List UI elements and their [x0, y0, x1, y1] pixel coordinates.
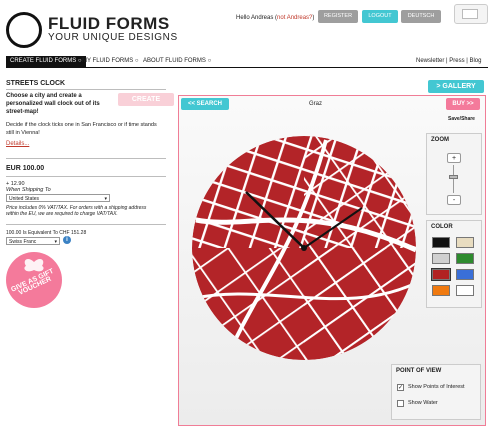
- show-points-of-interest-checkbox[interactable]: ✓: [397, 384, 404, 391]
- color-swatch[interactable]: [456, 269, 474, 280]
- divider: [6, 89, 166, 90]
- price: EUR 100.00: [6, 165, 45, 172]
- footer-links[interactable]: Newsletter | Press | Blog: [416, 58, 481, 64]
- zoom-title: ZOOM: [431, 137, 449, 143]
- color-swatch[interactable]: [432, 237, 450, 248]
- nav-my-label: MY FLUID FORMS: [82, 58, 134, 64]
- chevron-down-icon: ▾: [104, 196, 107, 202]
- details-link[interactable]: Details...: [6, 141, 29, 147]
- brand-title: FLUID FORMS: [48, 14, 170, 33]
- color-swatch[interactable]: [456, 253, 474, 264]
- point-of-view-title: POINT OF VIEW: [396, 368, 442, 374]
- greeting: Hello Andreas (not Andreas?): [236, 15, 314, 21]
- product-intro: Choose a city and create a personalized …: [6, 93, 100, 115]
- logout-button[interactable]: LOGOUT: [362, 10, 398, 23]
- street-map-clock[interactable]: [186, 130, 422, 366]
- nav-create-fluid-forms[interactable]: CREATE FLUID FORMS ○: [6, 56, 86, 67]
- divider: [6, 158, 166, 159]
- zoom-out-button[interactable]: -: [447, 195, 461, 205]
- buy-button[interactable]: BUY >>: [446, 98, 480, 110]
- nav-create-label: CREATE FLUID FORMS: [10, 58, 77, 64]
- country-value: United States: [9, 196, 40, 202]
- color-swatch[interactable]: [432, 285, 450, 296]
- not-user-link[interactable]: not Andreas?: [277, 15, 312, 21]
- color-swatch[interactable]: [456, 285, 474, 296]
- color-swatch[interactable]: [456, 237, 474, 248]
- divider: [6, 224, 166, 225]
- color-swatch[interactable]: [432, 253, 450, 264]
- window-icon: [462, 9, 478, 19]
- chevron-down-icon: ▾: [54, 239, 57, 245]
- zoom-in-button[interactable]: +: [447, 153, 461, 163]
- clock-center: [301, 245, 307, 251]
- shipping-label: When Shipping To: [6, 187, 51, 193]
- product-title: STREETS CLOCK: [6, 80, 66, 87]
- greeting-end: ): [312, 15, 315, 21]
- currency-equivalent: 100.00 Is Equivalent To CHF 151.28: [6, 230, 87, 236]
- create-button[interactable]: CREATE: [118, 93, 174, 106]
- greeting-text: Hello Andreas (: [236, 15, 278, 21]
- currency-value: Swiss Franc: [9, 239, 37, 245]
- nav-about-label: ABOUT FLUID FORMS: [143, 58, 206, 64]
- save-share-link[interactable]: Save/Share: [448, 116, 475, 122]
- brand-subtitle: YOUR UNIQUE DESIGNS: [48, 32, 178, 43]
- nav-about-fluid-forms[interactable]: ABOUT FLUID FORMS ○: [143, 58, 211, 64]
- show-water-label: Show Water: [408, 400, 438, 406]
- show-water-checkbox[interactable]: [397, 400, 404, 407]
- vat-note: Price includes 0% VAT/TAX. For orders wi…: [6, 205, 147, 217]
- color-swatch[interactable]: [431, 268, 451, 281]
- city-name: Graz: [309, 101, 323, 107]
- zoom-track: [453, 165, 454, 193]
- zoom-slider-handle[interactable]: [449, 174, 458, 179]
- language-button[interactable]: DEUTSCH: [401, 10, 441, 23]
- nav-my-fluid-forms[interactable]: MY FLUID FORMS ○: [82, 58, 139, 64]
- country-select[interactable]: United States ▾: [6, 194, 110, 202]
- currency-select[interactable]: Swiss Franc ▾: [6, 237, 60, 245]
- color-title: COLOR: [431, 224, 453, 230]
- divider: [6, 176, 166, 177]
- gallery-button[interactable]: > GALLERY: [428, 80, 484, 93]
- info-icon[interactable]: i: [63, 236, 71, 244]
- product-description: Decide if the clock ticks one in San Fra…: [6, 122, 157, 136]
- search-button[interactable]: << SEARCH: [181, 98, 229, 110]
- logo-ring-icon: [6, 12, 42, 48]
- show-points-of-interest-label: Show Points of Interest: [408, 384, 465, 390]
- register-button[interactable]: REGISTER: [318, 10, 358, 23]
